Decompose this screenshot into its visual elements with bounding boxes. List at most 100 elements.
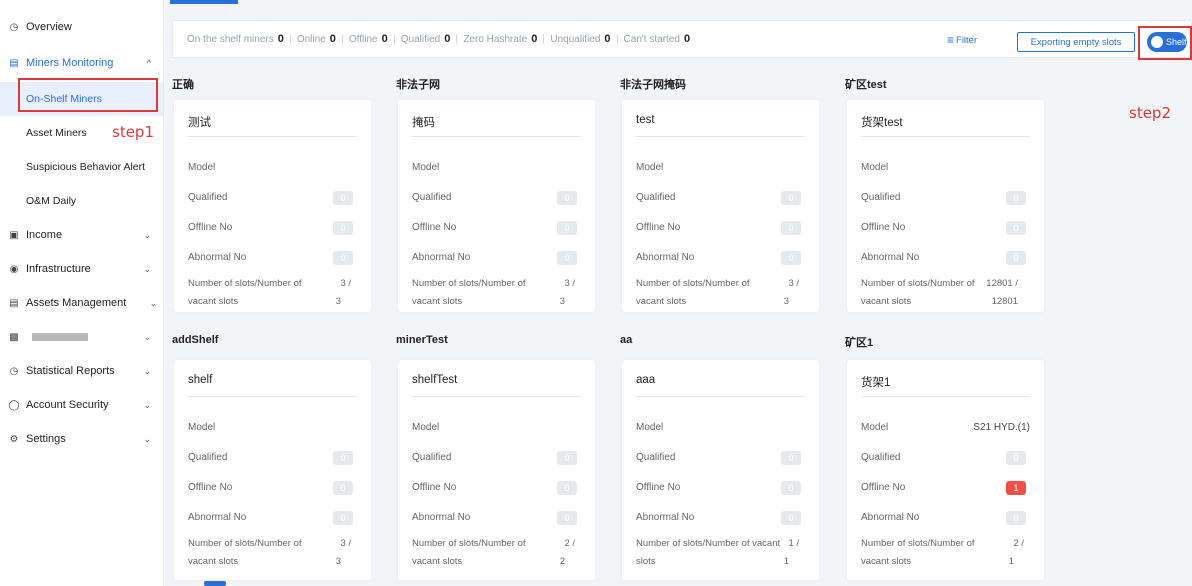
offline-label: Offline No <box>188 482 233 493</box>
shelf-card[interactable]: 测试 Model Qualified 0 Offline No 0 Abnormal No 0… <box>174 100 371 312</box>
qualified-badge: 0 <box>333 191 353 205</box>
slots-label-cont: vacant slots <box>861 556 912 567</box>
offline-label: Offline No <box>636 482 681 493</box>
divider <box>636 136 805 137</box>
shelf-card[interactable]: 货架test Model Qualified 0 Offline No 0 Abnormal… <box>847 100 1044 312</box>
sub-item-suspicious-behavior-alert[interactable]: Suspicious Behavior Alert <box>0 150 163 184</box>
qualified-badge: 0 <box>1006 191 1026 205</box>
model-label: Model <box>861 422 889 433</box>
vacant-count: 12801 <box>991 296 1018 307</box>
slots-label-cont: vacant slots <box>188 296 239 307</box>
offline-label: Offline No <box>412 222 457 233</box>
slots-label-cont: vacant slots <box>861 296 912 307</box>
qualified-label: Qualified <box>636 452 676 463</box>
offline-badge: 0 <box>781 481 801 495</box>
infrastructure-icon: ◉ <box>9 263 19 275</box>
qualified-badge: 0 <box>557 191 577 205</box>
group-title: 正确 <box>172 79 194 91</box>
offline-label: Offline No <box>861 482 906 493</box>
qualified-label: Qualified <box>412 192 452 203</box>
slots-label-cont: vacant slots <box>188 556 239 567</box>
nav-settings[interactable]: ⚙ Settings ⌄ <box>0 422 163 456</box>
model-label: Model <box>412 422 440 433</box>
offline-badge: 0 <box>557 481 577 495</box>
slots-label: Number of slots/Number of <box>412 278 526 289</box>
shelf-card[interactable]: aaa Model Qualified 0 Offline No 0 Abnormal No… <box>622 360 819 580</box>
nav-assets-management[interactable]: ▤ Assets Management ⌄ <box>0 286 163 320</box>
slots-count: 3 / <box>340 538 351 549</box>
export-empty-slots-button[interactable]: Exporting empty slots <box>1017 32 1135 52</box>
model-value: S21 HYD.(1) <box>973 422 1030 433</box>
nav-account-security-label: Account Security <box>26 399 109 411</box>
chart-icon: ▩ <box>9 331 19 343</box>
qualified-label: Qualified <box>188 452 228 463</box>
stat-qualified: Qualified 0 <box>400 33 451 45</box>
vacant-count: 3 <box>559 296 565 307</box>
slots-count: 1 / <box>788 538 799 549</box>
shelf-card[interactable]: test Model Qualified 0 Offline No 0 Abnormal N… <box>622 100 819 312</box>
card-name: 货架1 <box>861 377 891 389</box>
slots-label: Number of slots/Number of vacant <box>636 538 781 549</box>
abnormal-badge: 0 <box>333 511 353 525</box>
nav-assets-management-label: Assets Management <box>26 297 127 309</box>
chevron-down-icon: ⌄ <box>143 399 151 410</box>
pagination-indicator[interactable] <box>204 581 226 586</box>
qualified-badge: 0 <box>557 451 577 465</box>
nav-account-security[interactable]: ◯ Account Security ⌄ <box>0 388 163 422</box>
vacant-count: 1 <box>1008 556 1014 567</box>
shelf-card[interactable]: 货架1 Model S21 HYD.(1) Qualified 0 Offline No 1… <box>847 360 1044 580</box>
group-title: 矿区test <box>845 79 887 91</box>
income-icon: ▣ <box>9 229 19 241</box>
abnormal-label: Abnormal No <box>636 512 695 523</box>
abnormal-label: Abnormal No <box>861 512 920 523</box>
nav-settings-label: Settings <box>26 433 66 445</box>
nav-income[interactable]: ▣ Income ⌄ <box>0 218 163 252</box>
nav-overview[interactable]: ◷ Overview <box>0 10 163 44</box>
chevron-down-icon: ⌄ <box>143 229 151 240</box>
step2-annotation: step2 <box>1129 104 1171 122</box>
filter-button[interactable]: ≡ Filter <box>947 33 977 47</box>
sub-item-label: Suspicious Behavior Alert <box>26 161 146 173</box>
abnormal-label: Abnormal No <box>636 252 695 263</box>
card-name: test <box>636 114 655 126</box>
slots-label: Number of slots/Number of <box>861 278 975 289</box>
app: ◷ Overview ▤ Miners Monitoring ^ On-Shel… <box>0 0 1192 586</box>
slots-label-cont: vacant slots <box>412 556 463 567</box>
nav-infrastructure[interactable]: ◉ Infrastructure ⌄ <box>0 252 163 286</box>
shelf-card[interactable]: shelf Model Qualified 0 Offline No 0 Abnormal … <box>174 360 371 580</box>
clock-icon: ◷ <box>9 21 19 33</box>
abnormal-badge: 0 <box>557 251 577 265</box>
chevron-down-icon: ⌄ <box>149 297 157 308</box>
divider <box>861 396 1030 397</box>
nav-masked-item[interactable]: ▩ ⌄ <box>0 320 163 354</box>
qualified-label: Qualified <box>188 192 228 203</box>
abnormal-label: Abnormal No <box>412 252 471 263</box>
divider <box>861 136 1030 137</box>
vacant-count: 3 <box>335 556 341 567</box>
offline-label: Offline No <box>861 222 906 233</box>
slots-label: Number of slots/Number of <box>861 538 975 549</box>
abnormal-label: Abnormal No <box>412 512 471 523</box>
chevron-down-icon: ⌄ <box>143 365 151 376</box>
masked-label <box>32 333 88 341</box>
divider <box>456 34 458 44</box>
sub-item-label: Asset Miners <box>26 127 87 139</box>
chevron-down-icon: ⌄ <box>143 331 151 342</box>
active-tab-indicator <box>170 0 238 4</box>
slots-count: 2 / <box>564 538 575 549</box>
nav-statistical-reports[interactable]: ◷ Statistical Reports ⌄ <box>0 354 163 388</box>
shelf-card[interactable]: 掩码 Model Qualified 0 Offline No 0 Abnormal No 0… <box>398 100 595 312</box>
shelf-card[interactable]: shelfTest Model Qualified 0 Offline No 0 Abnor… <box>398 360 595 580</box>
step1-highlight-box <box>18 78 158 112</box>
abnormal-badge: 0 <box>1006 511 1026 525</box>
divider <box>341 34 343 44</box>
group-title: aa <box>620 334 633 346</box>
offline-badge: 0 <box>333 481 353 495</box>
nav-miners-monitoring[interactable]: ▤ Miners Monitoring ^ <box>0 46 163 80</box>
model-label: Model <box>188 162 216 173</box>
group-title: 矿区1 <box>845 337 874 349</box>
group-title: 非法子网 <box>396 79 440 91</box>
card-name: shelfTest <box>412 374 458 386</box>
qualified-label: Qualified <box>412 452 452 463</box>
sub-item-om-daily[interactable]: O&M Daily <box>0 184 163 218</box>
